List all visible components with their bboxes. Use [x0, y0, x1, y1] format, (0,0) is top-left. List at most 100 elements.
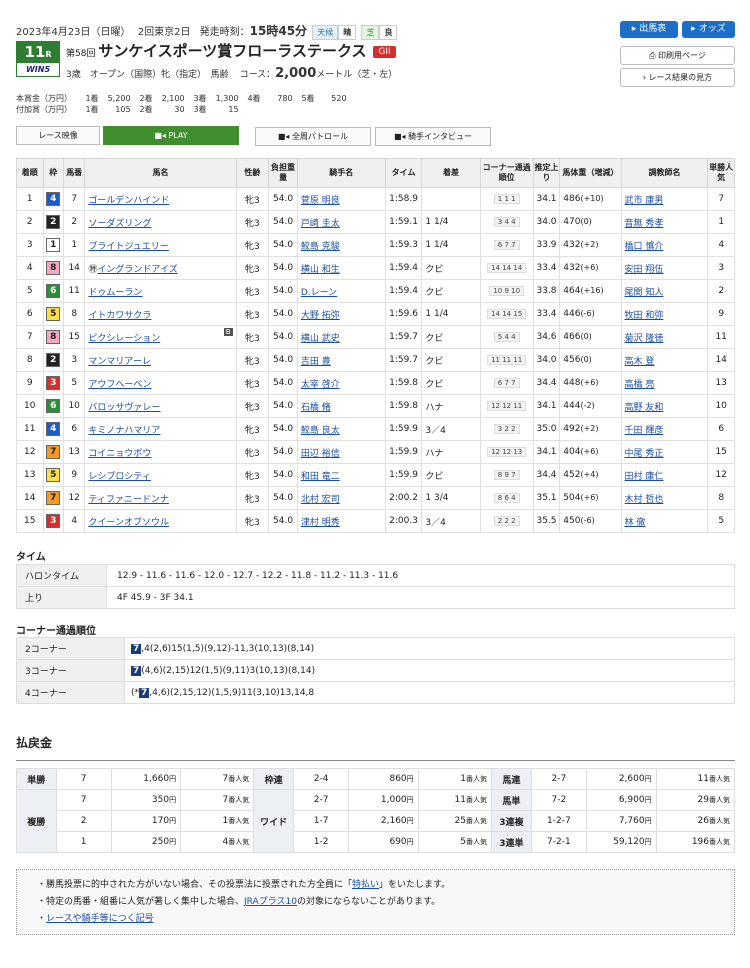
corner-order: 12 12 13 [487, 447, 527, 457]
body-weight: 464 [563, 286, 581, 296]
jockey-link[interactable]: 田辺 裕信 [301, 449, 340, 459]
prize-cell: 4着 [247, 94, 261, 103]
trainer-link[interactable]: 安田 翔伍 [625, 265, 664, 275]
corner-order: 14 14 15 [487, 309, 527, 319]
win-popularity: 8 [707, 486, 735, 510]
jockey-link[interactable]: 吉田 豊 [301, 357, 331, 367]
jockey-link[interactable]: 太宰 啓介 [301, 380, 340, 390]
payout-amount: 250円 [110, 831, 182, 853]
race-time: 2:00.2 [384, 486, 423, 510]
jockey-link[interactable]: 津村 明秀 [301, 518, 340, 528]
trainer-link[interactable]: 田村 康仁 [625, 472, 664, 482]
jockey-link[interactable]: 菅原 明良 [301, 196, 340, 206]
sex-age: 牝3 [235, 187, 270, 211]
tokubarai-link[interactable]: 特払い [352, 880, 379, 890]
race-time: 1:59.8 [384, 371, 423, 395]
body-weight-change: (+2) [580, 424, 599, 433]
win-popularity: 14 [707, 348, 735, 372]
payout-amount: 1,660円 [110, 768, 182, 790]
odds-button[interactable]: ▸ オッズ [682, 21, 735, 38]
print-page-button[interactable]: ⎙ 印刷用ページ [620, 46, 735, 65]
patrol-video-button[interactable]: ■◂ 全周パトロール [255, 127, 371, 146]
body-weight: 456 [563, 355, 581, 365]
jockey-link[interactable]: D.レーン [301, 288, 337, 298]
corner-order: 10 9 10 [489, 286, 525, 296]
horse-name-link[interactable]: レシプロシティ [88, 472, 150, 482]
jockey-link[interactable]: 和田 竜二 [301, 472, 340, 482]
results-guide-button[interactable]: › レース結果の見方 [620, 68, 735, 87]
horse-name-link[interactable]: ティファニードンナ [88, 495, 168, 505]
payout-popularity: 196番人気 [655, 831, 736, 853]
finish-position: 8 [16, 348, 44, 372]
horse-number: 11 [62, 279, 86, 303]
sex-age: 牝3 [235, 417, 270, 441]
horse-name-link[interactable]: ブライトジュエリー [88, 242, 168, 252]
horse-name-link[interactable]: ソーダズリング [88, 219, 151, 229]
jockey-link[interactable]: 大野 拓弥 [301, 311, 340, 321]
odds-icon: ▸ [691, 24, 699, 34]
last-3f: 34.0 [532, 348, 561, 372]
margin: 1 1/4 [421, 302, 481, 326]
jockey-link[interactable]: 戸崎 圭太 [301, 219, 340, 229]
horse-name-link[interactable]: ドゥムーラン [88, 288, 142, 298]
trainer-link[interactable]: 武市 康男 [625, 196, 664, 206]
trainer-link[interactable]: 林 徹 [625, 518, 646, 528]
horse-name-link[interactable]: マンマリアーレ [88, 357, 150, 367]
sex-age: 牝3 [235, 348, 270, 372]
trainer-link[interactable]: 尾関 知人 [625, 288, 664, 298]
trainer-link[interactable]: 橋口 慎介 [625, 242, 664, 252]
last-3f: 33.4 [532, 302, 561, 326]
trainer-link[interactable]: 音無 秀孝 [625, 219, 664, 229]
jockey-link[interactable]: 石橋 脩 [301, 403, 331, 413]
entries-button[interactable]: ▸ 出馬表 [620, 21, 678, 38]
jockey-link[interactable]: 鮫島 克駿 [301, 242, 340, 252]
sex-age: 牝3 [235, 463, 270, 487]
payout-combination: 2 [55, 810, 112, 832]
waku-badge: 3 [46, 376, 61, 390]
trainer-link[interactable]: 高野 友和 [625, 403, 664, 413]
jockey-link[interactable]: 鮫島 良太 [301, 426, 340, 436]
extra-prize: 付加賞（万円） 1着 105 2着 30 3着 15 [16, 105, 239, 114]
waku-badge: 2 [46, 353, 61, 367]
column-header: 馬番 [62, 158, 86, 188]
table-row: 4 8 14 ㊕イングランドアイズ 牝3 54.0 横山 和生 1:59.4 クビ 14 14 1… [16, 256, 735, 280]
column-header: 性齢 [235, 158, 270, 188]
column-header: 推定上り [532, 158, 561, 188]
trainer-link[interactable]: 木村 哲也 [625, 495, 664, 505]
jockey-link[interactable]: 横山 和生 [301, 265, 340, 275]
prize-cell: 1着 [85, 94, 99, 103]
horse-name-link[interactable]: キミノナハマリア [88, 426, 160, 436]
trainer-link[interactable]: 高木 登 [625, 357, 655, 367]
horse-name-link[interactable]: バロッサヴァレー [88, 403, 160, 413]
play-button[interactable]: ■◂ PLAY [103, 126, 239, 145]
horse-name-link[interactable]: イングランドアイズ [97, 265, 177, 275]
column-header: 枠 [42, 158, 64, 188]
note-tokubarai: ・勝馬投票に的中された方がいない場合、その投票法に投票された方全員に「特払い」を… [37, 880, 451, 890]
horse-name-link[interactable]: イトカワサクラ [88, 311, 151, 321]
symbols-link[interactable]: レースや騎手等につく記号 [46, 914, 154, 924]
jockey-interview-button[interactable]: ■◂ 騎手インタビュー [375, 127, 491, 146]
body-weight: 446 [563, 309, 581, 319]
carried-weight: 54.0 [268, 348, 298, 372]
horse-name-link[interactable]: ピクシレーション [88, 334, 160, 344]
trainer-link[interactable]: 中尾 秀正 [625, 449, 664, 459]
horse-name-link[interactable]: ゴールデンハインド [88, 196, 169, 206]
body-weight: 470 [563, 217, 581, 227]
trainer-link[interactable]: 千田 輝彦 [625, 426, 664, 436]
prize-cell: 2着 [139, 105, 153, 114]
trainer-link[interactable]: 牧田 和弥 [625, 311, 664, 321]
waku-badge: 1 [46, 238, 61, 252]
horse-name-link[interactable]: コイニョウボウ [88, 449, 151, 459]
trainer-link[interactable]: 高橋 亮 [625, 380, 655, 390]
horse-name-link[interactable]: クイーンオブソウル [88, 518, 169, 528]
waku-badge: 6 [46, 284, 61, 298]
horse-name-link[interactable]: アウフヘーベン [88, 380, 151, 390]
jra-plus10-link[interactable]: JRAプラス10 [244, 897, 297, 907]
jockey-link[interactable]: 北村 宏司 [301, 495, 340, 505]
leader-number: 7 [131, 665, 142, 676]
trainer-link[interactable]: 菊沢 隆徳 [625, 334, 664, 344]
jockey-link[interactable]: 横山 武史 [301, 334, 340, 344]
body-weight-change: (+6) [580, 378, 599, 387]
race-video-button[interactable]: レース映像 [16, 126, 100, 145]
sex-age: 牝3 [235, 440, 270, 464]
